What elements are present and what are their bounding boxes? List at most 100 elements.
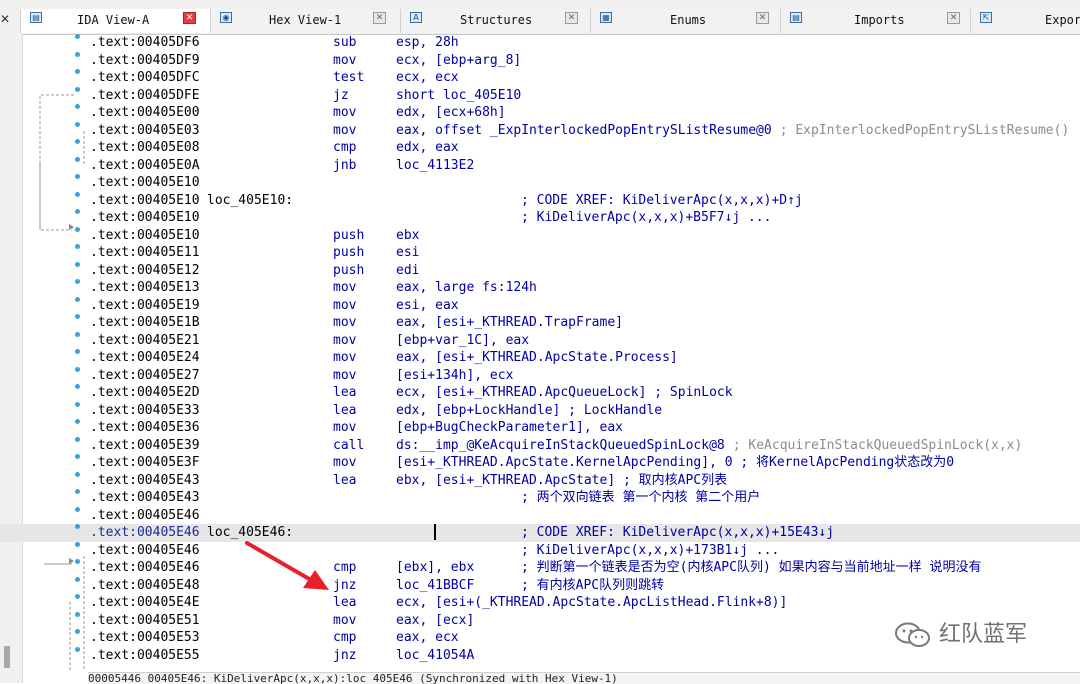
- listing-row[interactable]: .text:00405E3F mov [esi+_KTHREAD.ApcState.…: [0, 454, 1080, 472]
- operands[interactable]: edx, [ecx+68h]: [396, 104, 506, 122]
- comment[interactable]: ; 有内核APC队列则跳转: [521, 577, 664, 595]
- comment[interactable]: ; CODE XREF: KiDeliverApc(x,x,x)+D↑j: [521, 192, 803, 210]
- mnemonic[interactable]: mov: [333, 454, 356, 472]
- breakpoint-dot-icon[interactable]: [75, 366, 80, 372]
- breakpoint-dot-icon[interactable]: [75, 121, 80, 127]
- address[interactable]: .text:00405E33: [90, 402, 200, 420]
- mnemonic[interactable]: mov: [333, 52, 356, 70]
- address[interactable]: .text:00405E12: [90, 262, 200, 280]
- listing-row[interactable]: .text:00405E10: [0, 174, 1080, 192]
- breakpoint-dot-icon[interactable]: [75, 86, 80, 92]
- breakpoint-dot-icon[interactable]: [75, 174, 80, 179]
- operands[interactable]: eax, offset _ExpInterlockedPopEntrySList…: [396, 122, 772, 140]
- breakpoint-dot-icon[interactable]: [75, 471, 80, 477]
- breakpoint-dot-icon[interactable]: [75, 156, 80, 162]
- mnemonic[interactable]: lea: [333, 384, 356, 402]
- mnemonic[interactable]: cmp: [333, 629, 356, 647]
- listing-row[interactable]: .text:00405E39 call ds:__imp_@KeAcquireInS…: [0, 436, 1080, 455]
- mnemonic[interactable]: jnz: [333, 647, 356, 665]
- operands[interactable]: ebx: [396, 227, 419, 245]
- listing-row[interactable]: .text:00405DFE jz short loc_405E10: [0, 86, 1080, 105]
- mnemonic[interactable]: mov: [333, 297, 356, 315]
- address[interactable]: .text:00405E46: [90, 524, 200, 542]
- operands[interactable]: loc_41BBCF: [396, 577, 474, 595]
- listing-row[interactable]: .text:00405E10 ; KiDeliverApc(x,x,x)+B5F7…: [0, 209, 1080, 227]
- address[interactable]: .text:00405E10: [90, 192, 200, 210]
- breakpoint-dot-icon[interactable]: [75, 419, 80, 424]
- listing-row[interactable]: .text:00405DF6 sub esp, 28h: [0, 34, 1080, 52]
- listing-row[interactable]: .text:00405E19 mov esi, eax: [0, 296, 1080, 315]
- mnemonic[interactable]: jnz: [333, 577, 356, 595]
- mnemonic[interactable]: mov: [333, 367, 356, 385]
- breakpoint-dot-icon[interactable]: [75, 349, 80, 354]
- address[interactable]: .text:00405DFC: [90, 69, 200, 87]
- operands[interactable]: [ebp+BugCheckParameter1], eax: [396, 419, 623, 437]
- address[interactable]: .text:00405E0A: [90, 157, 200, 175]
- tab-structures[interactable]: A Structures ✕: [400, 9, 590, 33]
- operands[interactable]: edx, eax: [396, 139, 459, 157]
- breakpoint-dot-icon[interactable]: [75, 69, 80, 74]
- close-icon[interactable]: ✕: [565, 12, 578, 24]
- close-icon[interactable]: ✕: [756, 12, 769, 24]
- address[interactable]: .text:00405E11: [90, 244, 200, 262]
- listing-row[interactable]: .text:00405DFC test ecx, ecx: [0, 69, 1080, 87]
- listing-row[interactable]: .text:00405E43 lea ebx, [esi+_KTHREAD.ApcS…: [0, 471, 1080, 490]
- breakpoint-dot-icon[interactable]: [75, 646, 80, 652]
- address[interactable]: .text:00405E53: [90, 629, 200, 647]
- mnemonic[interactable]: lea: [333, 402, 356, 420]
- breakpoint-dot-icon[interactable]: [75, 191, 80, 197]
- listing-row[interactable]: .text:00405E27 mov [esi+134h], ecx: [0, 366, 1080, 385]
- breakpoint-dot-icon[interactable]: [75, 524, 80, 529]
- close-icon[interactable]: ✕: [947, 12, 960, 24]
- mnemonic[interactable]: cmp: [333, 139, 356, 157]
- breakpoint-dot-icon[interactable]: [75, 314, 80, 319]
- address[interactable]: .text:00405E46: [90, 507, 200, 525]
- address[interactable]: .text:00405E51: [90, 612, 200, 630]
- mnemonic[interactable]: test: [333, 69, 364, 87]
- breakpoint-dot-icon[interactable]: [75, 261, 80, 267]
- address[interactable]: .text:00405E21: [90, 332, 200, 350]
- operands[interactable]: eax, [esi+_KTHREAD.TrapFrame]: [396, 314, 623, 332]
- address[interactable]: .text:00405E55: [90, 647, 200, 665]
- operands[interactable]: ecx, [esi+_KTHREAD.ApcQueueLock] ; SpinL…: [396, 384, 733, 402]
- listing-row[interactable]: .text:00405E03 mov eax, offset _ExpInterlo…: [0, 121, 1080, 140]
- mnemonic[interactable]: call: [333, 437, 364, 455]
- operands[interactable]: [ebp+var_1C], eax: [396, 332, 529, 350]
- breakpoint-dot-icon[interactable]: [75, 51, 80, 57]
- listing-row[interactable]: .text:00405E1B mov eax, [esi+_KTHREAD.Trap…: [0, 314, 1080, 332]
- listing-row[interactable]: .text:00405E21 mov [ebp+var_1C], eax: [0, 331, 1080, 350]
- breakpoint-dot-icon[interactable]: [75, 244, 80, 249]
- mnemonic[interactable]: mov: [333, 122, 356, 140]
- mnemonic[interactable]: mov: [333, 279, 356, 297]
- breakpoint-dot-icon[interactable]: [75, 559, 80, 564]
- breakpoint-dot-icon[interactable]: [75, 331, 80, 337]
- address[interactable]: .text:00405E48: [90, 577, 200, 595]
- tab-ida-view-a[interactable]: ▤ IDA View-A ✕: [20, 9, 210, 33]
- listing-row[interactable]: .text:00405E13 mov eax, large fs:124h: [0, 279, 1080, 297]
- address[interactable]: .text:00405E3F: [90, 454, 200, 472]
- breakpoint-dot-icon[interactable]: [75, 454, 80, 459]
- breakpoint-dot-icon[interactable]: [75, 279, 80, 284]
- mnemonic[interactable]: jz: [333, 87, 349, 105]
- operands[interactable]: loc_41054A: [396, 647, 474, 665]
- address[interactable]: .text:00405E00: [90, 104, 200, 122]
- breakpoint-dot-icon[interactable]: [75, 629, 80, 634]
- operands[interactable]: ecx, ecx: [396, 69, 459, 87]
- breakpoint-dot-icon[interactable]: [75, 384, 80, 389]
- operands[interactable]: [esi+_KTHREAD.ApcState.KernelApcPending]…: [396, 454, 954, 472]
- close-icon[interactable]: ✕: [183, 12, 196, 24]
- operands[interactable]: short loc_405E10: [396, 87, 521, 105]
- operands[interactable]: [ebx], ebx: [396, 559, 474, 577]
- address[interactable]: .text:00405E2D: [90, 384, 200, 402]
- listing-row[interactable]: .text:00405E2D lea ecx, [esi+_KTHREAD.ApcQ…: [0, 384, 1080, 402]
- operands[interactable]: ecx, [ebp+arg_8]: [396, 52, 521, 70]
- mnemonic[interactable]: sub: [333, 34, 356, 52]
- operands[interactable]: edi: [396, 262, 419, 280]
- breakpoint-dot-icon[interactable]: [75, 209, 80, 214]
- operands[interactable]: esp, 28h: [396, 34, 459, 52]
- operands[interactable]: eax, [esi+_KTHREAD.ApcState.Process]: [396, 349, 678, 367]
- address[interactable]: .text:00405E36: [90, 419, 200, 437]
- mnemonic[interactable]: mov: [333, 612, 356, 630]
- disassembly-listing[interactable]: .text:00405DF6 sub esp, 28h .text:00405DF9 m…: [0, 34, 1080, 672]
- operands[interactable]: eax, ecx: [396, 629, 459, 647]
